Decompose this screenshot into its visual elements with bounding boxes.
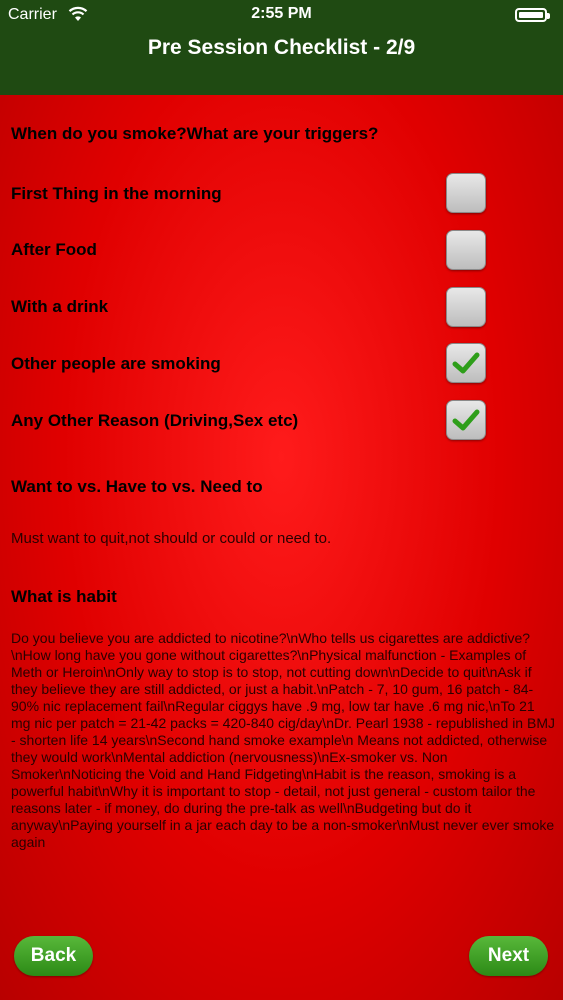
checkbox-morning[interactable] (446, 173, 486, 213)
want-section-heading: Want to vs. Have to vs. Need to (11, 477, 263, 496)
checkbox-other-people[interactable] (446, 343, 486, 383)
status-bar: Carrier 2:55 PM (0, 0, 563, 30)
page-title: Pre Session Checklist - 2/9 (147, 36, 416, 59)
next-button[interactable]: Next (469, 936, 548, 976)
question-heading: When do you smoke?What are your triggers… (11, 124, 379, 143)
option-label-with-drink: With a drink (11, 297, 109, 316)
option-label-morning: First Thing in the morning (11, 184, 222, 203)
option-label-other-reason: Any Other Reason (Driving,Sex etc) (11, 411, 299, 430)
option-label-other-people: Other people are smoking (11, 354, 221, 373)
checkmark-icon (452, 352, 480, 374)
option-label-after-food: After Food (11, 240, 97, 259)
status-time: 2:55 PM (251, 5, 312, 22)
battery-icon (515, 8, 550, 22)
checkbox-other-reason[interactable] (446, 400, 486, 440)
checkbox-after-food[interactable] (446, 230, 486, 270)
checkmark-icon (452, 409, 480, 431)
navigation-bar: Carrier 2:55 PM Pre Session Checklist - … (0, 0, 563, 95)
back-button[interactable]: Back (14, 936, 93, 976)
want-section-text: Must want to quit,not should or could or… (11, 530, 332, 547)
habit-section-text: Do you believe you are addicted to nicot… (11, 630, 555, 850)
habit-section-heading: What is habit (11, 587, 117, 606)
checkbox-with-drink[interactable] (446, 287, 486, 327)
